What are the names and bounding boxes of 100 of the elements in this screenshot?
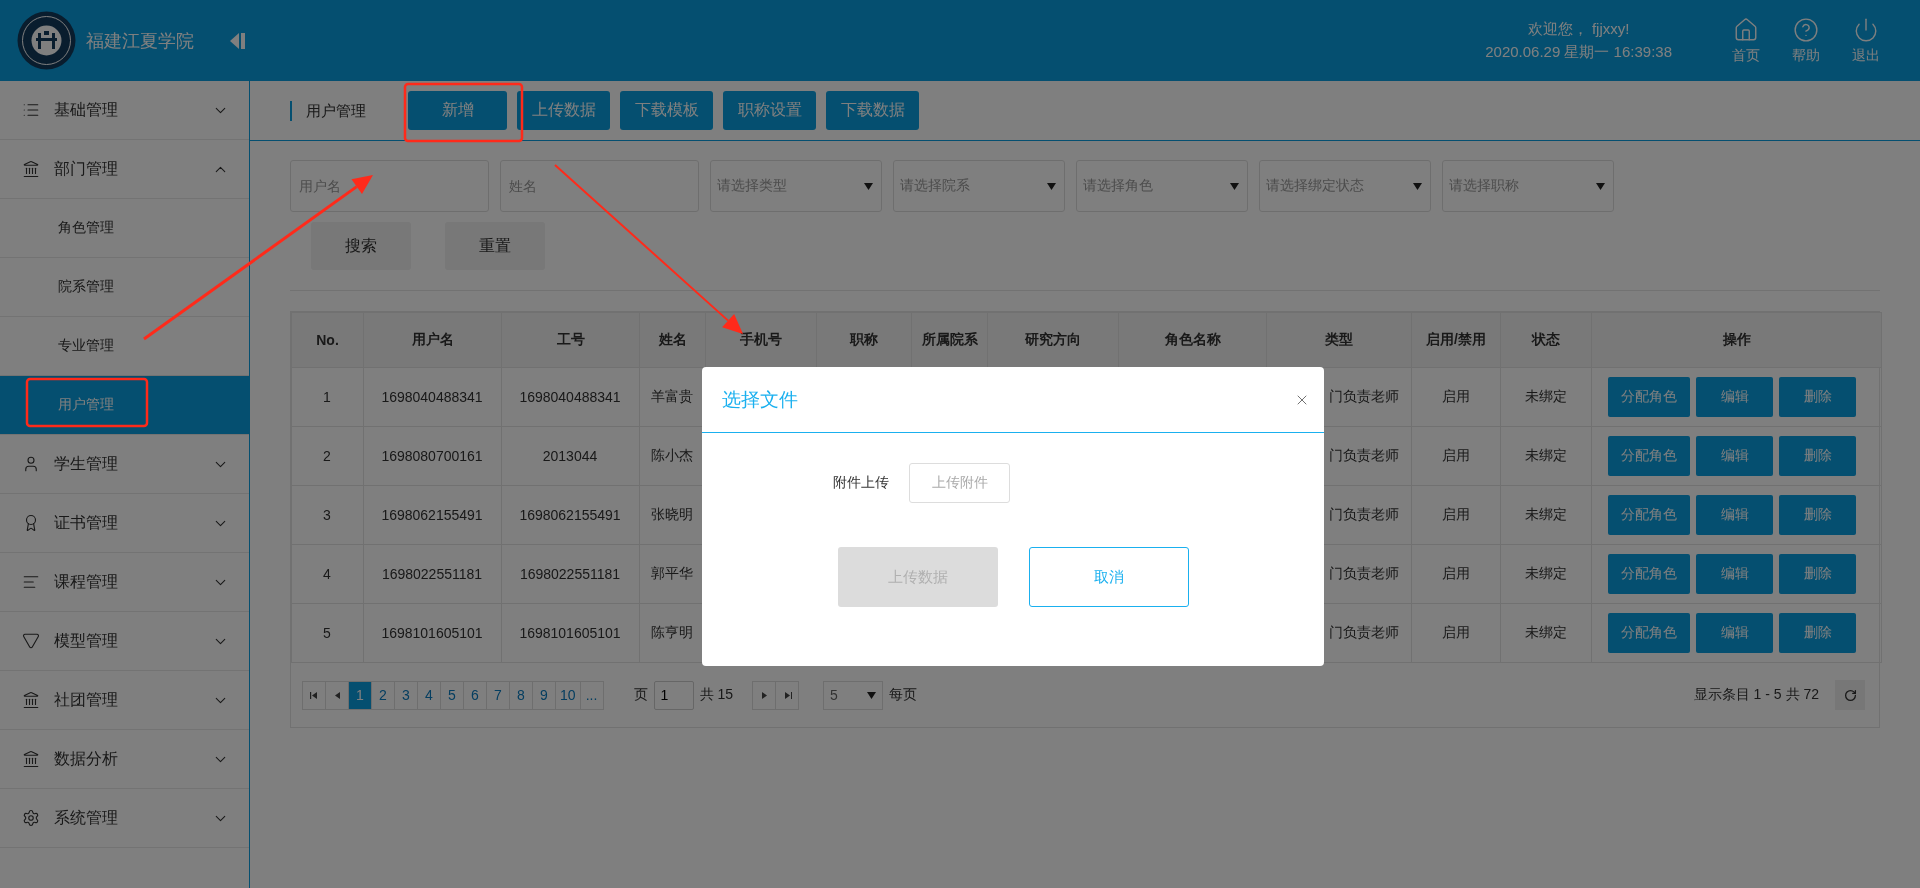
table-cell: 1698040488341: [363, 367, 502, 427]
table-cell: 4: [291, 544, 364, 604]
table-cell: 未绑定: [1500, 603, 1592, 663]
upload-button[interactable]: 上传附件: [909, 463, 1010, 503]
sidebar-group[interactable]: 课程管理: [0, 553, 249, 612]
next-page-icon[interactable]: [752, 680, 777, 710]
toolbar-button[interactable]: 下载模板: [620, 91, 713, 130]
table-cell: 3: [291, 485, 364, 545]
table-cell: 未绑定: [1500, 485, 1592, 545]
page-link[interactable]: 4: [417, 680, 441, 710]
table-cell: 未绑定: [1500, 367, 1592, 427]
page-link[interactable]: 2: [371, 680, 395, 710]
row-action-button[interactable]: 编辑: [1696, 495, 1773, 535]
row-action-button[interactable]: 分配角色: [1608, 377, 1690, 417]
row-action-button[interactable]: 删除: [1779, 495, 1856, 535]
home-link[interactable]: 首页: [1716, 16, 1776, 65]
lines-icon: [22, 573, 40, 591]
logo-icon: [17, 11, 76, 70]
column-header: No.: [291, 312, 364, 368]
table-cell: 5: [291, 603, 364, 663]
dialog-title: 选择文件: [722, 387, 798, 412]
table-cell: 未绑定: [1500, 544, 1592, 604]
table-cell: 1698101605101: [501, 603, 640, 663]
table-cell: 1698062155491: [363, 485, 502, 545]
column-header: 角色名称: [1118, 312, 1267, 368]
column-header: 状态: [1500, 312, 1592, 368]
date-time: 2020.06.29 星期一 16:39:38: [1485, 42, 1672, 62]
dropdown-icon: [1047, 182, 1056, 190]
page-title: 用户管理: [290, 100, 366, 121]
sidebar-group[interactable]: 模型管理: [0, 612, 249, 671]
row-action-button[interactable]: 分配角色: [1608, 495, 1690, 535]
row-action-button[interactable]: 删除: [1779, 554, 1856, 594]
table-cell: 1698040488341: [501, 367, 640, 427]
table-cell: 2013044: [501, 426, 640, 486]
welcome-text: 欢迎您， fjjxxy!: [1527, 19, 1630, 39]
logout-link[interactable]: 退出: [1836, 16, 1896, 65]
column-header: 职称: [816, 312, 912, 368]
page-link[interactable]: 8: [509, 680, 533, 710]
toolbar-button[interactable]: 上传数据: [517, 91, 610, 130]
sidebar-item[interactable]: 用户管理: [0, 376, 249, 435]
toolbar-button[interactable]: 职称设置: [723, 91, 816, 130]
table-cell: 启用: [1411, 426, 1501, 486]
page-link[interactable]: 7: [486, 680, 510, 710]
table-cell: 1698022551181: [501, 544, 640, 604]
refresh-icon: [1843, 688, 1857, 702]
per-page-label: 每页: [889, 686, 918, 704]
table-cell: 2: [291, 426, 364, 486]
column-header: 研究方向: [987, 312, 1119, 368]
page-link[interactable]: ...: [579, 680, 604, 710]
dropdown-icon: [1230, 182, 1239, 190]
row-action-button[interactable]: 编辑: [1696, 436, 1773, 476]
page-size-select[interactable]: 5: [823, 680, 884, 710]
sidebar-group[interactable]: 基础管理: [0, 81, 249, 140]
dialog-button[interactable]: 取消: [1029, 547, 1189, 607]
page-label: 页: [633, 686, 648, 704]
sidebar-group[interactable]: 学生管理: [0, 435, 249, 494]
refresh-button[interactable]: [1835, 680, 1865, 710]
table-cell: 启用: [1411, 544, 1501, 604]
field-label: 附件上传: [833, 474, 889, 492]
page-link[interactable]: 3: [394, 680, 418, 710]
column-header: 操作: [1591, 312, 1882, 368]
first-page-icon[interactable]: [302, 680, 326, 710]
home-icon: [1733, 16, 1759, 43]
dropdown-icon: [1596, 182, 1605, 190]
row-action-button[interactable]: 编辑: [1696, 377, 1773, 417]
table-cell: 1698101605101: [363, 603, 502, 663]
help-icon: [1793, 16, 1819, 43]
row-action-button[interactable]: 编辑: [1696, 613, 1773, 653]
sidebar-group[interactable]: 社团管理: [0, 671, 249, 730]
sidebar-group[interactable]: 证书管理: [0, 494, 249, 553]
last-page-icon[interactable]: [775, 680, 800, 710]
user-icon: [22, 455, 40, 473]
page-link[interactable]: 1: [348, 680, 372, 710]
page-link[interactable]: 5: [440, 680, 464, 710]
table-cell: 1698022551181: [363, 544, 502, 604]
toolbar-button[interactable]: 新增: [408, 91, 507, 130]
sidebar-group[interactable]: 系统管理: [0, 789, 249, 848]
page-input[interactable]: 1: [653, 680, 694, 710]
help-link[interactable]: 帮助: [1776, 16, 1836, 65]
row-action-button[interactable]: 编辑: [1696, 554, 1773, 594]
row-action-button[interactable]: 分配角色: [1608, 436, 1690, 476]
row-action-button[interactable]: 分配角色: [1608, 554, 1690, 594]
list-icon: [22, 101, 40, 119]
toolbar-button[interactable]: 下载数据: [826, 91, 919, 130]
row-action-button[interactable]: 删除: [1779, 613, 1856, 653]
row-action-button[interactable]: 删除: [1779, 377, 1856, 417]
dropdown-icon: [864, 182, 873, 190]
row-action-button[interactable]: 删除: [1779, 436, 1856, 476]
row-action-button[interactable]: 分配角色: [1608, 613, 1690, 653]
page-link[interactable]: 9: [532, 680, 556, 710]
table-cell: 启用: [1411, 603, 1501, 663]
filter-button[interactable]: 搜索: [311, 222, 411, 270]
table-cell: 1698080700161: [363, 426, 502, 486]
sidebar-group[interactable]: 数据分析: [0, 730, 249, 789]
table-cell: 启用: [1411, 485, 1501, 545]
column-header: 姓名: [639, 312, 706, 368]
filter-button[interactable]: 重置: [445, 222, 545, 270]
page-link[interactable]: 10: [555, 680, 581, 710]
collapse-icon[interactable]: [230, 31, 246, 50]
page-link[interactable]: 6: [463, 680, 487, 710]
